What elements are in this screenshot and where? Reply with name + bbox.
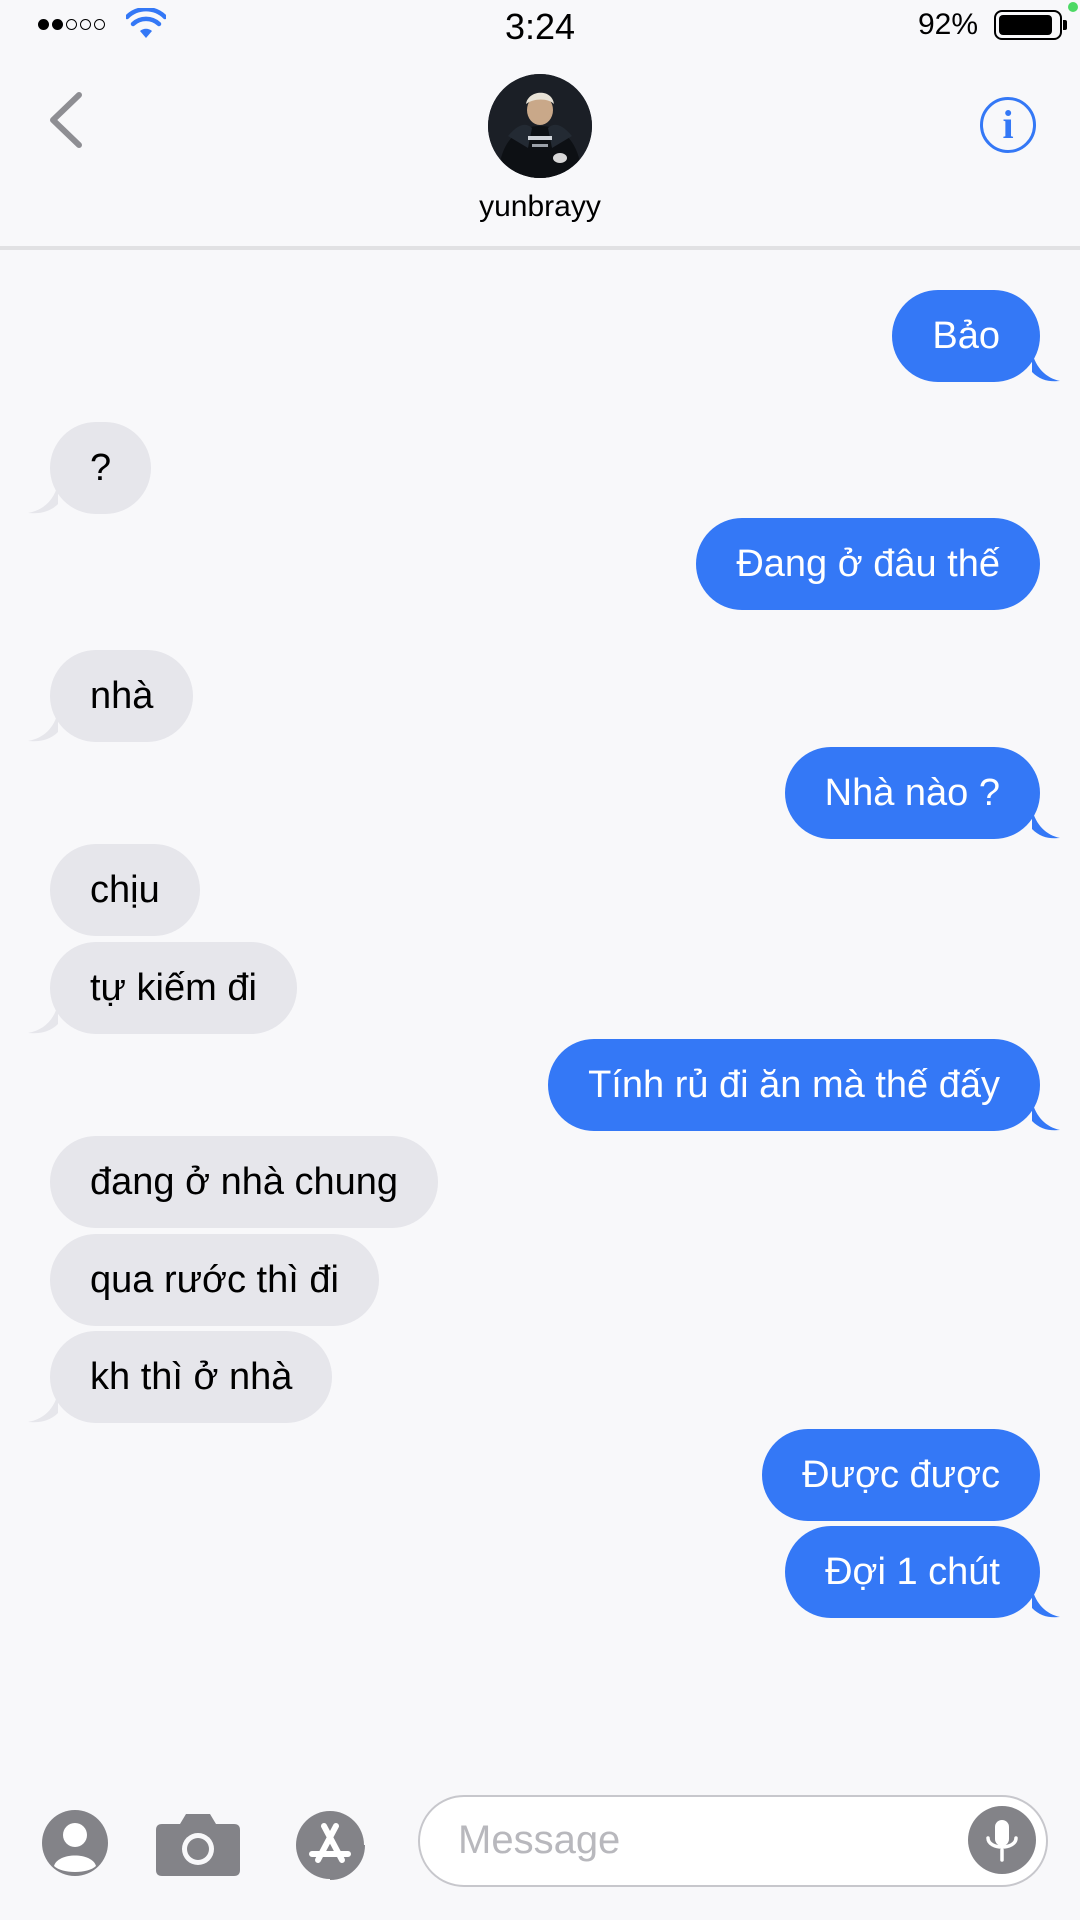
memoji-icon[interactable] <box>40 1808 110 1878</box>
message-text: Tính rủ đi ăn mà thế đấy <box>588 1064 1000 1106</box>
status-bar: 3:24 92% <box>0 0 1080 50</box>
bubble-tail <box>28 1393 58 1423</box>
message-text: đang ở nhà chung <box>90 1161 399 1203</box>
message-bubble-received[interactable]: đang ở nhà chung <box>50 1136 439 1228</box>
message-text: Bảo <box>932 315 1000 357</box>
battery-percentage: 92% <box>917 8 978 41</box>
app-store-icon[interactable] <box>290 1810 382 1880</box>
message-bubble-received[interactable]: ? <box>28 422 152 514</box>
message-text: Được được <box>802 1454 1000 1496</box>
message-bubble-received[interactable]: nhà <box>28 650 194 742</box>
bubble-tail <box>1032 1588 1060 1618</box>
camera-icon[interactable] <box>154 1810 242 1878</box>
message-text: kh thì ở nhà <box>90 1356 293 1398</box>
contact-avatar[interactable] <box>488 74 592 178</box>
message-bubble-sent[interactable]: Nhà nào ? <box>784 747 1060 839</box>
message-composer[interactable] <box>418 1795 1048 1887</box>
bubble-tail <box>28 484 58 514</box>
avatar-image <box>488 74 592 178</box>
message-text: Đang ở đâu thế <box>736 543 1000 585</box>
message-input[interactable] <box>458 1797 938 1884</box>
bubble-tail <box>28 1004 58 1034</box>
message-bubble-sent[interactable]: Đợi 1 chút <box>785 1526 1060 1618</box>
info-icon[interactable]: i <box>980 97 1036 153</box>
message-text: qua rước thì đi <box>90 1259 339 1301</box>
conversation-header: yunbrayy i <box>0 50 1080 250</box>
charging-indicator <box>1068 2 1078 12</box>
chevron-left-icon[interactable] <box>45 90 85 150</box>
message-bubble-received[interactable]: tự kiếm đi <box>28 942 297 1034</box>
message-text: Nhà nào ? <box>824 772 1000 814</box>
message-text: Đợi 1 chút <box>825 1551 1000 1593</box>
message-bubble-received[interactable]: chịu <box>50 844 200 936</box>
message-bubble-sent[interactable]: Tính rủ đi ăn mà thế đấy <box>548 1039 1060 1131</box>
message-text: ? <box>90 447 112 489</box>
bubble-tail <box>28 712 58 742</box>
bubble-tail <box>1032 1101 1060 1131</box>
battery-icon <box>994 10 1067 40</box>
bubble-tail <box>1032 809 1060 839</box>
microphone-icon[interactable] <box>968 1806 1036 1874</box>
message-text: nhà <box>90 675 154 717</box>
bubble-tail <box>1032 352 1060 382</box>
message-bubble-sent[interactable]: Đang ở đâu thế <box>696 518 1040 610</box>
contact-name[interactable]: yunbrayy <box>0 190 1080 224</box>
message-text: tự kiếm đi <box>90 967 257 1009</box>
message-text: chịu <box>90 869 160 911</box>
message-bubble-sent[interactable]: Bảo <box>892 290 1060 382</box>
message-bubble-received[interactable]: kh thì ở nhà <box>28 1331 333 1423</box>
message-bubble-sent[interactable]: Được được <box>762 1429 1040 1521</box>
message-bubble-received[interactable]: qua rước thì đi <box>50 1234 379 1326</box>
